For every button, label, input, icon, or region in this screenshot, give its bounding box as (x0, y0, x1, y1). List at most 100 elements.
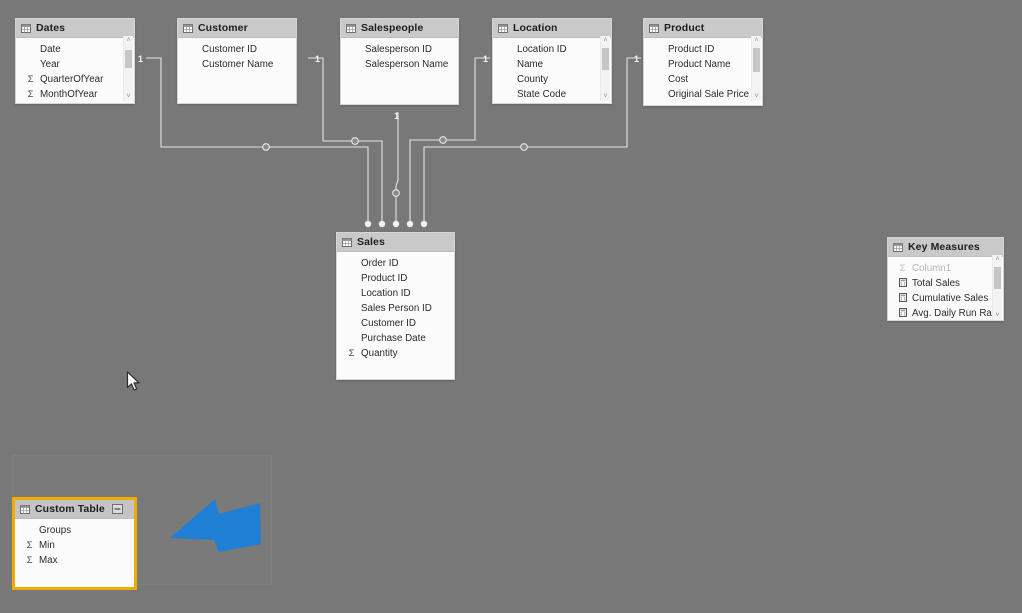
table-scrollbar-product[interactable]: ˄ ˅ (751, 36, 761, 101)
table-title-sales: Sales (357, 236, 385, 248)
field-row[interactable]: Groups (15, 523, 134, 538)
relationship-salespeople-sales[interactable] (392, 112, 400, 221)
field-row[interactable]: Customer ID (337, 316, 454, 331)
field-row[interactable]: Total Sales (888, 276, 1003, 291)
field-label: Avg. Daily Run Rate (912, 308, 1001, 319)
table-fields-key-measures: Σ Column1 Total Sales Cumulative Sales A… (888, 255, 1003, 320)
sigma-icon: Σ (26, 539, 33, 551)
field-row[interactable]: Location ID (493, 42, 611, 57)
cardinality-one-product: 1 (634, 54, 639, 64)
field-row[interactable]: County (493, 72, 611, 87)
field-row[interactable]: Σ Max (15, 553, 134, 568)
field-row[interactable]: Σ Min (15, 538, 134, 553)
field-label: QuarterOfYear (40, 74, 104, 85)
scroll-down-icon[interactable]: ˅ (752, 92, 761, 101)
table-fields-product: Product ID Product Name Cost Original Sa… (644, 36, 762, 102)
table-header-custom-table[interactable]: Custom Table (15, 500, 134, 519)
field-label: Sales Person ID (361, 303, 432, 314)
scroll-down-icon[interactable]: ˅ (124, 92, 133, 101)
table-card-location[interactable]: Location Location ID Name County State C… (492, 18, 612, 104)
field-row[interactable]: Product ID (644, 42, 762, 57)
table-card-product[interactable]: Product Product ID Product Name Cost Ori… (643, 18, 763, 106)
scroll-up-icon[interactable]: ˄ (752, 36, 761, 45)
table-icon (20, 504, 30, 514)
scrollbar-thumb[interactable] (994, 267, 1001, 289)
table-card-custom-table[interactable]: Custom Table Groups Σ Min Σ Max (13, 498, 136, 589)
field-label: Date (40, 44, 61, 55)
scrollbar-thumb[interactable] (602, 48, 609, 70)
table-fields-custom-table: Groups Σ Min Σ Max (15, 519, 134, 568)
table-card-salespeople[interactable]: Salespeople Salesperson ID Salesperson N… (340, 18, 459, 105)
field-row[interactable]: Year (16, 57, 134, 72)
sigma-icon: Σ (348, 347, 355, 359)
field-row[interactable]: Product ID (337, 271, 454, 286)
field-label: Customer ID (202, 44, 257, 55)
model-view-canvas[interactable]: 1 1 1 1 1 Dates Date Year Σ QuarterOfYea… (0, 0, 1022, 613)
table-scrollbar-key-measures[interactable]: ˄ ˅ (992, 255, 1002, 320)
scroll-down-icon[interactable]: ˅ (601, 92, 610, 101)
table-icon (342, 237, 352, 247)
table-card-sales[interactable]: Sales Order ID Product ID Location ID Sa… (336, 232, 455, 380)
field-row[interactable]: Σ QuarterOfYear (16, 72, 134, 87)
field-label: Column1 (912, 263, 952, 274)
scrollbar-thumb[interactable] (753, 48, 760, 72)
field-row[interactable]: Location ID (337, 286, 454, 301)
field-label: Year (40, 59, 60, 70)
field-row[interactable]: Name (493, 57, 611, 72)
table-scrollbar-location[interactable]: ˄ ˅ (600, 36, 610, 101)
table-header-sales[interactable]: Sales (337, 233, 454, 252)
table-fields-customer: Customer ID Customer Name (178, 38, 296, 72)
table-header-customer[interactable]: Customer (178, 19, 296, 38)
field-label: MonthOfYear (40, 89, 98, 100)
table-header-key-measures[interactable]: Key Measures (888, 238, 1003, 257)
field-row[interactable]: Σ MonthOfYear (16, 87, 134, 102)
sigma-icon: Σ (27, 73, 34, 85)
table-header-dates[interactable]: Dates (16, 19, 134, 38)
scroll-up-icon[interactable]: ˄ (601, 36, 610, 45)
table-card-key-measures[interactable]: Key Measures Σ Column1 Total Sales Cumul… (887, 237, 1004, 321)
table-icon (893, 242, 903, 252)
field-row[interactable]: Cumulative Sales (888, 291, 1003, 306)
table-header-location[interactable]: Location (493, 19, 611, 38)
field-row[interactable]: Customer ID (178, 42, 296, 57)
table-header-product[interactable]: Product (644, 19, 762, 38)
table-scrollbar-dates[interactable]: ˄ ˅ (123, 36, 133, 101)
field-row[interactable]: Salesperson Name (341, 57, 458, 72)
sigma-icon: Σ (899, 262, 906, 274)
collapse-icon[interactable] (111, 504, 123, 514)
scroll-down-icon[interactable]: ˅ (993, 311, 1002, 320)
scrollbar-thumb[interactable] (125, 50, 132, 68)
scroll-up-icon[interactable]: ˄ (993, 255, 1002, 264)
scroll-up-icon[interactable]: ˄ (124, 36, 133, 45)
field-row[interactable]: Product Name (644, 57, 762, 72)
table-card-customer[interactable]: Customer Customer ID Customer Name (177, 18, 297, 104)
field-row[interactable]: Σ Quantity (337, 346, 454, 361)
field-label: Location ID (361, 288, 411, 299)
field-row[interactable]: Customer Name (178, 57, 296, 72)
field-row[interactable]: Cost (644, 72, 762, 87)
field-label: Quantity (361, 348, 398, 359)
field-row[interactable]: Σ Column1 (888, 261, 1003, 276)
field-row[interactable]: Avg. Daily Run Rate (888, 306, 1003, 320)
table-title-product: Product (664, 22, 705, 34)
field-row[interactable]: Original Sale Price (644, 87, 762, 102)
cardinality-one-location: 1 (483, 54, 488, 64)
field-row[interactable]: Salesperson ID (341, 42, 458, 57)
table-card-dates[interactable]: Dates Date Year Σ QuarterOfYear Σ MonthO… (15, 18, 135, 104)
field-label: Purchase Date (361, 333, 426, 344)
field-row[interactable]: Purchase Date (337, 331, 454, 346)
field-label: Product ID (668, 44, 715, 55)
field-label: Cost (668, 74, 689, 85)
measure-icon (897, 308, 908, 319)
field-label: Salesperson Name (365, 59, 449, 70)
table-title-salespeople: Salespeople (361, 22, 424, 34)
field-label: County (517, 74, 549, 85)
field-row[interactable]: Date (16, 42, 134, 57)
field-row[interactable]: Sales Person ID (337, 301, 454, 316)
cardinality-many-markers (364, 220, 428, 228)
table-title-dates: Dates (36, 22, 66, 34)
field-label: Customer ID (361, 318, 416, 329)
field-row[interactable]: State Code (493, 87, 611, 102)
field-row[interactable]: Order ID (337, 256, 454, 271)
table-header-salespeople[interactable]: Salespeople (341, 19, 458, 38)
